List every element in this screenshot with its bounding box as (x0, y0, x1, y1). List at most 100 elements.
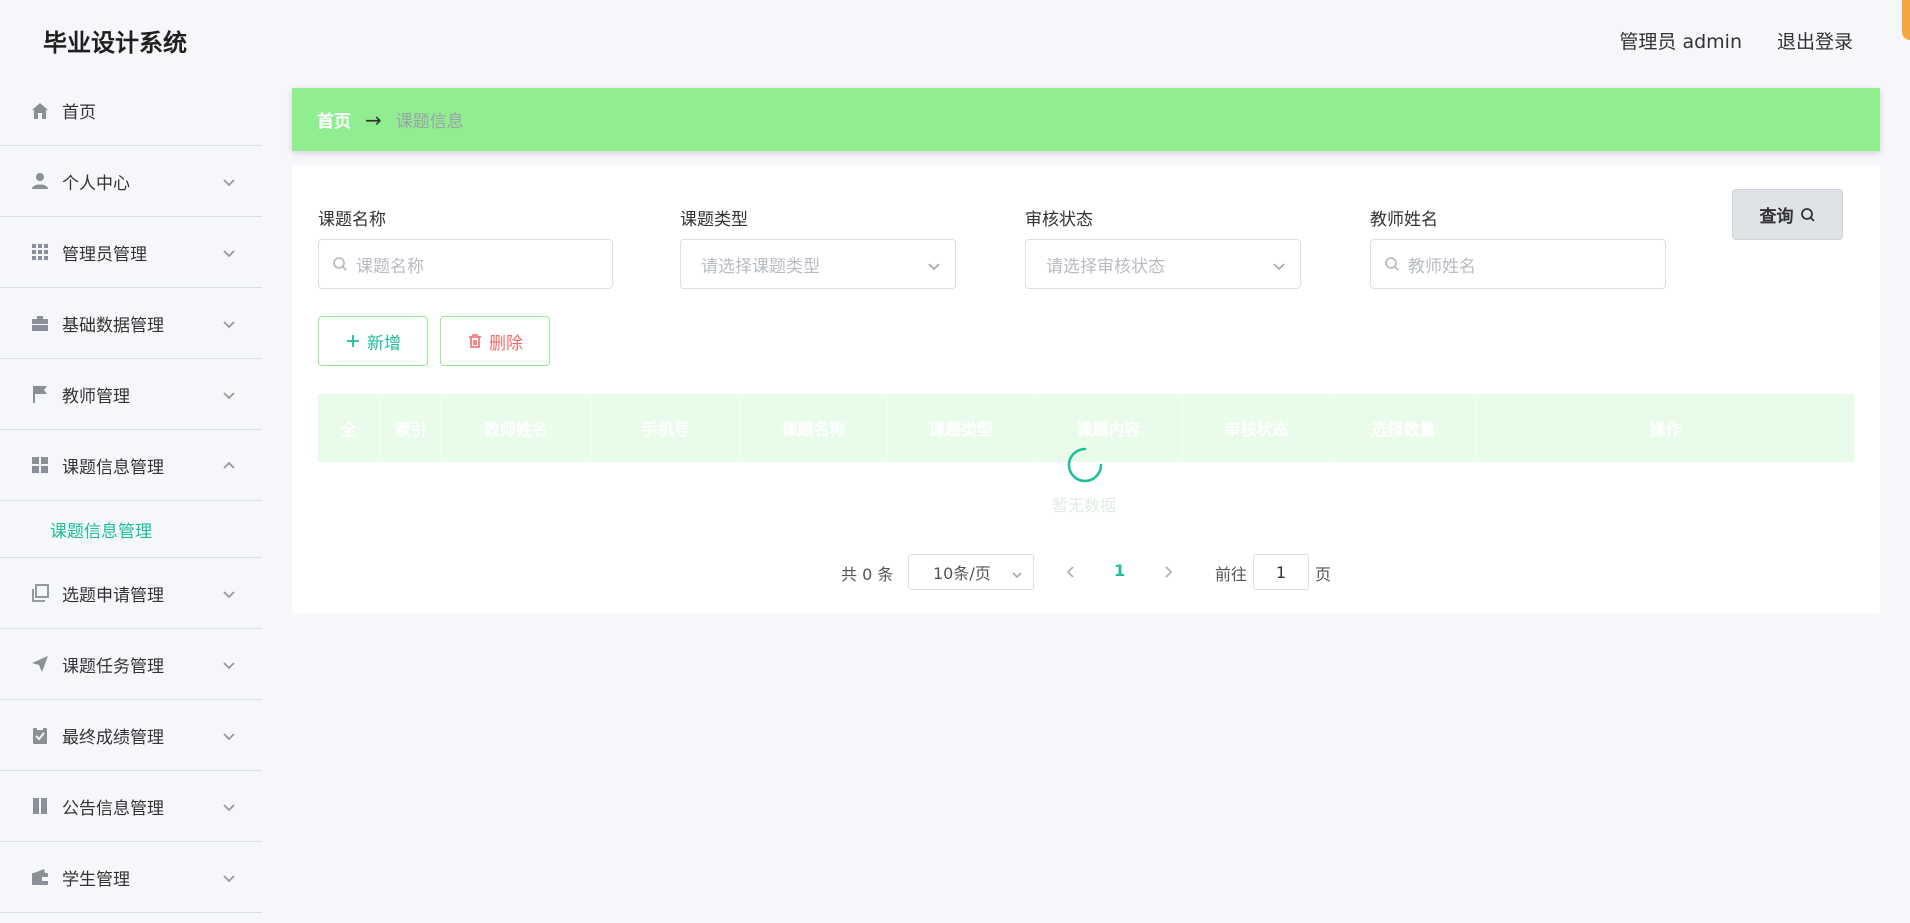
pagination-total: 共 0 条 (841, 565, 894, 584)
topic-type-label: 课题类型 (680, 210, 748, 230)
sidebar-item-student[interactable]: 学生管理 (0, 842, 262, 913)
wallet-icon (30, 867, 50, 887)
search-icon (332, 256, 348, 272)
column-header: 索引 (381, 394, 441, 462)
sidebar-item-score[interactable]: 最终成绩管理 (0, 700, 262, 771)
column-header: 教师姓名 (441, 394, 592, 462)
breadcrumb-current: 课题信息 (395, 112, 464, 132)
teacher-name-placeholder: 教师姓名 (1408, 256, 1476, 277)
chevron-down-icon (1272, 258, 1286, 272)
empty-text: 暂无数据 (1052, 496, 1117, 515)
sidebar-item-label: 课题任务管理 (62, 656, 164, 677)
review-status-select[interactable]: 请选择审核状态 (1025, 239, 1301, 289)
sidebar-item-task[interactable]: 课题任务管理 (0, 629, 262, 700)
grid-icon (30, 242, 50, 262)
next-page-button[interactable] (1161, 564, 1175, 578)
sidebar-item-label: 课题信息管理 (62, 457, 164, 478)
goto-page-input[interactable]: 1 (1253, 554, 1309, 590)
topic-type-select[interactable]: 请选择课题类型 (680, 239, 956, 289)
topic-name-input[interactable]: 课题名称 (318, 239, 613, 289)
chevron-down-icon (222, 728, 236, 742)
breadcrumb-home-link[interactable]: 首页 (317, 107, 351, 132)
sidebar-item-admin[interactable]: 管理员管理 (0, 217, 262, 288)
user-icon (30, 171, 50, 191)
sidebar-item-label: 个人中心 (62, 173, 130, 194)
sidebar-item-label: 管理员管理 (62, 244, 147, 265)
search-icon (1800, 207, 1815, 222)
chevron-down-icon (927, 258, 941, 272)
book-icon (30, 796, 50, 816)
chevron-up-icon (222, 458, 236, 472)
trash-icon (469, 334, 481, 348)
sidebar-item-profile[interactable]: 个人中心 (0, 146, 262, 217)
column-header: 选择数量 (1331, 394, 1477, 462)
page-size-select[interactable]: 10条/页 (908, 554, 1034, 590)
chevron-down-icon (222, 586, 236, 600)
briefcase-icon (30, 313, 50, 333)
column-header: 手机号 (592, 394, 740, 462)
chevron-right-icon (1165, 566, 1173, 578)
goto-suffix: 页 (1315, 565, 1332, 584)
sidebar-item-notice[interactable]: 公告信息管理 (0, 771, 262, 842)
page-number-current[interactable]: 1 (1114, 561, 1125, 580)
sidebar-item-application[interactable]: 选题申请管理 (0, 558, 262, 629)
sidebar-item-basic-data[interactable]: 基础数据管理 (0, 288, 262, 359)
sidebar-item-label: 选题申请管理 (62, 585, 164, 606)
column-header: 课题类型 (888, 394, 1035, 462)
page-size-value: 10条/页 (933, 564, 991, 583)
add-button[interactable]: 新增 (318, 316, 428, 366)
corner-decoration (1902, 0, 1910, 40)
top-header: 毕业设计系统 管理员 admin 退出登录 (0, 0, 1910, 76)
sidebar-item-label: 首页 (62, 103, 96, 123)
sidebar-item-label: 最终成绩管理 (62, 727, 164, 748)
sidebar-item-teacher[interactable]: 教师管理 (0, 359, 262, 430)
pagination: 共 0 条 10条/页 1 前往 1 页 (292, 554, 1880, 590)
chevron-down-icon (222, 174, 236, 188)
copy-icon (30, 583, 50, 603)
column-header: 课题内容 (1035, 394, 1183, 462)
delete-button-label: 删除 (489, 333, 523, 354)
home-icon (30, 101, 50, 121)
chevron-left-icon (1066, 566, 1074, 578)
flag-icon (30, 384, 50, 404)
query-button[interactable]: 查询 (1732, 189, 1843, 240)
chevron-down-icon (222, 316, 236, 330)
user-info: 管理员 admin (1619, 31, 1742, 53)
column-header: 操作 (1649, 420, 1682, 439)
delete-button[interactable]: 删除 (440, 316, 550, 366)
breadcrumb-arrow-icon: → (365, 107, 382, 132)
select-all-checkbox[interactable]: 全 (318, 394, 381, 462)
review-status-placeholder: 请选择审核状态 (1046, 256, 1165, 277)
chevron-down-icon (222, 870, 236, 884)
topic-type-placeholder: 请选择课题类型 (701, 256, 820, 277)
logout-button[interactable]: 退出登录 (1777, 27, 1853, 54)
add-button-label: 新增 (367, 333, 401, 354)
chevron-down-icon (222, 245, 236, 259)
sidebar-item-label: 基础数据管理 (62, 315, 164, 336)
chevron-down-icon (222, 387, 236, 401)
sidebar-item-topic[interactable]: 课题信息管理 (0, 430, 262, 501)
submenu-item-label: 课题信息管理 (50, 521, 152, 542)
send-icon (30, 654, 50, 674)
prev-page-button[interactable] (1064, 564, 1078, 578)
sidebar-item-label: 公告信息管理 (62, 798, 164, 819)
plus-icon (347, 335, 359, 347)
loading-spinner-icon (1065, 445, 1105, 485)
breadcrumb: 首页 → 课题信息 (292, 88, 1880, 151)
submenu-item-topic-info[interactable]: 课题信息管理 (0, 501, 262, 558)
main-panel: 课题名称 课题名称 课题类型 请选择课题类型 审核状态 请选择审核状态 教师姓名… (292, 165, 1880, 613)
sidebar-item-label: 教师管理 (62, 386, 130, 407)
topic-name-label: 课题名称 (318, 210, 386, 230)
app-title: 毕业设计系统 (43, 29, 187, 57)
teacher-name-input[interactable]: 教师姓名 (1370, 239, 1666, 289)
chevron-down-icon (222, 799, 236, 813)
review-status-label: 审核状态 (1025, 210, 1093, 230)
sidebar-item-home[interactable]: 首页 (0, 76, 262, 146)
sidebar-item-label: 学生管理 (62, 869, 130, 890)
apps-icon (30, 455, 50, 475)
topic-name-placeholder: 课题名称 (356, 256, 424, 277)
chevron-down-icon (222, 657, 236, 671)
search-icon (1384, 256, 1400, 272)
query-button-label: 查询 (1759, 207, 1794, 227)
clipboard-icon (30, 725, 50, 745)
